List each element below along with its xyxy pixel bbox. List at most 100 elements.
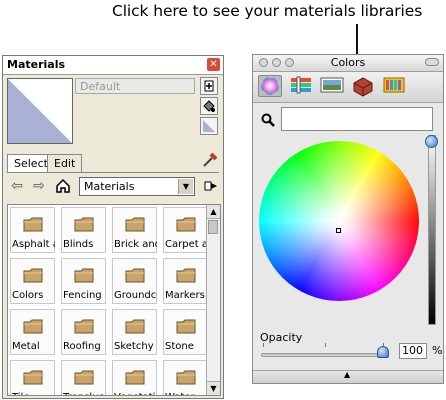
folder-icon xyxy=(176,318,196,334)
swatch-drawer-handle[interactable]: ▲ xyxy=(253,370,443,383)
material-name-field[interactable]: Default xyxy=(75,78,195,94)
color-palette-image-icon[interactable] xyxy=(320,75,344,97)
materials-title-bar[interactable]: Materials ✕ xyxy=(3,56,223,75)
folder-icon xyxy=(23,369,43,385)
material-folder-item[interactable]: Translucе xyxy=(61,360,106,395)
toolbar-toggle-button[interactable] xyxy=(425,58,439,66)
crayons-icon[interactable] xyxy=(382,75,406,97)
material-folder-label: Carpet a xyxy=(165,239,208,250)
material-folder-label: Vegetati xyxy=(114,392,157,395)
colors-title: Colors xyxy=(330,56,366,69)
scroll-up-icon[interactable]: ▲ xyxy=(207,205,220,219)
color-wheel-mode-icon[interactable] xyxy=(258,75,282,97)
scroll-thumb[interactable] xyxy=(208,220,218,234)
home-icon[interactable] xyxy=(55,178,71,194)
scroll-down-icon[interactable]: ▼ xyxy=(207,381,220,395)
folder-icon xyxy=(125,318,145,334)
material-folder-item[interactable]: Sketchy xyxy=(112,309,157,355)
folder-icon xyxy=(74,369,94,385)
folder-icon xyxy=(125,216,145,232)
tab-edit[interactable]: Edit xyxy=(47,154,83,172)
folder-icon xyxy=(74,267,94,283)
material-libraries-icon[interactable] xyxy=(351,75,375,97)
opacity-unit: % xyxy=(432,344,443,357)
tab-divider xyxy=(7,172,219,173)
material-folder-item[interactable]: Markers xyxy=(163,258,208,304)
materials-panel: Materials ✕ Default Select Edit ⇦ ⇨ Mate… xyxy=(2,55,224,399)
default-material-icon[interactable] xyxy=(200,117,218,135)
material-folder-item[interactable]: Fencing xyxy=(61,258,106,304)
colors-title-bar[interactable]: Colors xyxy=(253,55,443,72)
folder-icon xyxy=(74,318,94,334)
material-folder-label: Blinds xyxy=(63,239,94,250)
brightness-slider-knob[interactable] xyxy=(425,135,438,148)
material-folder-label: Tile xyxy=(12,392,55,395)
materials-grid: Asphalt a Blinds Brick and Carpet a Colors Fe… xyxy=(7,204,221,396)
color-search-input[interactable] xyxy=(281,107,433,131)
material-folder-label: Metal xyxy=(12,341,40,352)
material-folder-label: Colors xyxy=(12,290,44,301)
color-search-row xyxy=(259,107,439,131)
folder-icon xyxy=(176,267,196,283)
material-folder-label: Brick and xyxy=(114,239,157,250)
opacity-slider-knob[interactable] xyxy=(377,346,389,358)
brightness-slider[interactable] xyxy=(428,135,436,325)
material-folder-item[interactable]: Roofing xyxy=(61,309,106,355)
folder-icon xyxy=(23,267,43,283)
library-nav: ⇦ ⇨ Materials ▼ xyxy=(7,177,221,197)
material-folder-label: Stone xyxy=(165,341,194,352)
opacity-label: Opacity xyxy=(260,331,303,344)
opacity-tick xyxy=(263,343,264,347)
material-folder-label: Roofing xyxy=(63,341,101,352)
folder-icon xyxy=(74,216,94,232)
opacity-slider[interactable] xyxy=(261,353,389,357)
material-folder-item[interactable]: Tile xyxy=(10,360,55,395)
folder-icon xyxy=(125,267,145,283)
close-icon[interactable]: ✕ xyxy=(207,58,220,71)
material-folder-label: Asphalt a xyxy=(12,239,55,250)
search-icon xyxy=(261,112,275,127)
material-folder-item[interactable]: Asphalt a xyxy=(10,207,55,253)
chevron-down-icon[interactable]: ▼ xyxy=(178,179,193,194)
material-folder-item[interactable]: Stone xyxy=(163,309,208,355)
materials-title: Materials xyxy=(7,58,66,71)
material-folder-item[interactable]: Blinds xyxy=(61,207,106,253)
colors-panel: Colors Opacity 100 % ▲ xyxy=(252,54,444,384)
material-folder-label: Markers xyxy=(165,290,205,301)
folder-icon xyxy=(23,318,43,334)
vertical-scrollbar[interactable]: ▲ ▼ xyxy=(206,205,220,395)
details-arrow-icon[interactable] xyxy=(203,178,219,194)
create-material-icon[interactable] xyxy=(200,77,218,95)
material-folder-item[interactable]: Metal xyxy=(10,309,55,355)
folder-icon xyxy=(176,216,196,232)
color-wheel[interactable] xyxy=(259,141,419,301)
paint-bucket-icon[interactable] xyxy=(200,97,218,115)
material-folder-label: Groundco xyxy=(114,290,157,301)
folder-icon xyxy=(23,216,43,232)
material-folder-item[interactable]: Brick and xyxy=(112,207,157,253)
callout-text: Click here to see your materials librari… xyxy=(112,2,423,20)
material-folder-item[interactable]: Groundco xyxy=(112,258,157,304)
material-folder-label: Translucе xyxy=(63,392,106,395)
material-folder-label: Sketchy xyxy=(114,341,154,352)
material-folder-item[interactable]: Water xyxy=(163,360,208,395)
folder-icon xyxy=(125,369,145,385)
side-tools xyxy=(200,77,220,137)
colors-toolbar xyxy=(253,72,443,103)
material-folder-item[interactable]: Colors xyxy=(10,258,55,304)
chevron-up-icon[interactable]: ▲ xyxy=(344,370,350,379)
material-folder-item[interactable]: Carpet a xyxy=(163,207,208,253)
forward-arrow-icon[interactable]: ⇨ xyxy=(31,178,47,194)
color-sliders-icon[interactable] xyxy=(289,75,313,97)
material-folder-label: Water xyxy=(165,392,208,395)
material-folder-label: Fencing xyxy=(63,290,102,301)
eyedropper-icon[interactable] xyxy=(201,149,219,169)
back-arrow-icon[interactable]: ⇦ xyxy=(9,178,25,194)
color-wheel-marker[interactable] xyxy=(336,228,341,233)
material-preview-swatch xyxy=(7,78,73,144)
opacity-tick xyxy=(325,343,326,347)
library-selected: Materials xyxy=(84,180,135,193)
opacity-value-field[interactable]: 100 xyxy=(399,343,427,359)
library-dropdown[interactable]: Materials ▼ xyxy=(79,177,195,196)
material-folder-item[interactable]: Vegetati xyxy=(112,360,157,395)
